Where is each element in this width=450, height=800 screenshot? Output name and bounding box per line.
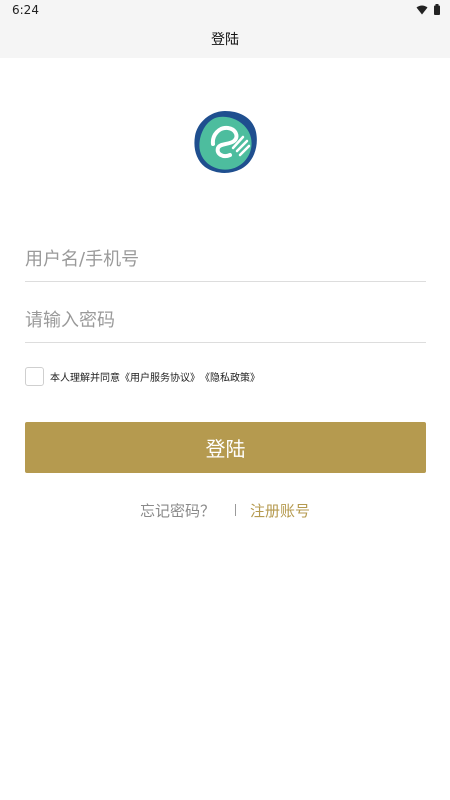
app-logo bbox=[194, 111, 257, 173]
username-input[interactable] bbox=[25, 249, 426, 270]
username-field bbox=[25, 238, 426, 282]
register-link[interactable]: 注册账号 bbox=[250, 500, 310, 521]
status-bar: 6:24 bbox=[0, 0, 450, 20]
status-time: 6:24 bbox=[12, 3, 39, 17]
battery-icon bbox=[434, 4, 440, 15]
app-bar: 登陆 bbox=[0, 20, 450, 58]
bottom-links: 忘记密码？ 注册账号 bbox=[0, 499, 450, 521]
agree-checkbox[interactable] bbox=[25, 366, 44, 386]
status-icons bbox=[416, 4, 440, 15]
wifi-icon bbox=[416, 5, 428, 14]
password-field bbox=[25, 299, 426, 343]
password-input[interactable] bbox=[25, 310, 426, 331]
user-agreement-link[interactable]: 《用户服务协议》 bbox=[120, 369, 200, 384]
login-button[interactable]: 登陆 bbox=[25, 422, 426, 473]
page-title: 登陆 bbox=[211, 32, 239, 48]
agree-prefix: 本人理解并同意 bbox=[50, 372, 120, 384]
link-divider bbox=[235, 504, 236, 516]
forgot-password-link[interactable]: 忘记密码？ bbox=[140, 500, 215, 521]
privacy-policy-link[interactable]: 《隐私政策》 bbox=[200, 369, 260, 384]
agreement-row: 本人理解并同意 《用户服务协议》 《隐私政策》 bbox=[25, 366, 260, 386]
